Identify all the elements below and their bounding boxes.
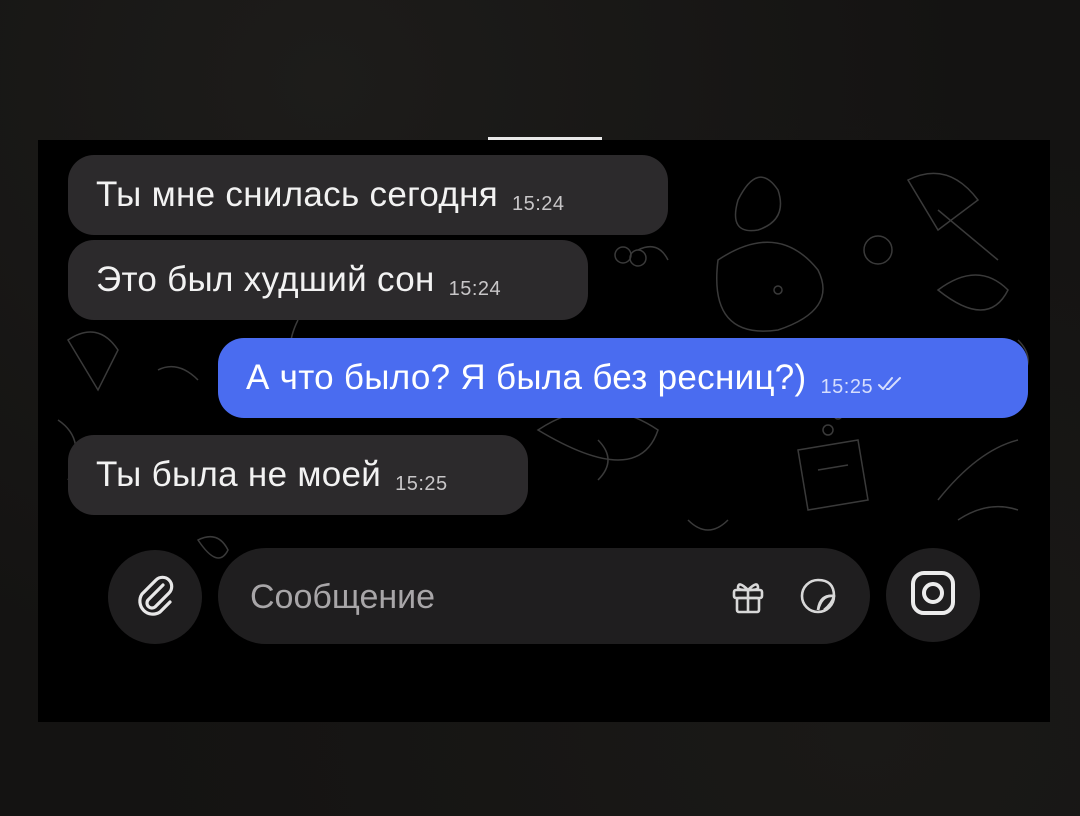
- message-time: 15:24: [512, 192, 565, 215]
- paperclip-icon: [130, 570, 180, 625]
- camera-button[interactable]: [886, 548, 980, 642]
- message-bubble-incoming[interactable]: Ты была не моей 15:25: [68, 435, 528, 515]
- sticker-icon[interactable]: [796, 574, 840, 618]
- double-check-icon: [877, 376, 903, 397]
- message-bubble-incoming[interactable]: Ты мне снилась сегодня 15:24: [68, 155, 668, 235]
- message-time: 15:25: [820, 375, 874, 398]
- message-text: Ты мне снилась сегодня: [96, 175, 498, 214]
- gift-icon[interactable]: [726, 574, 770, 618]
- message-text: А что было? Я была без ресниц?): [246, 358, 807, 397]
- message-time: 15:24: [448, 277, 502, 300]
- message-time: 15:25: [395, 472, 448, 495]
- message-input-container: [218, 548, 870, 644]
- camera-icon: [905, 565, 961, 626]
- message-text: Ты была не моей: [96, 455, 382, 494]
- attach-button[interactable]: [108, 550, 202, 644]
- message-bubble-outgoing[interactable]: А что было? Я была без ресниц?) 15:25: [218, 338, 1028, 418]
- message-text: Это был худший сон: [96, 260, 435, 299]
- message-bubble-incoming[interactable]: Это был худший сон 15:24: [68, 240, 588, 320]
- message-input[interactable]: [248, 568, 692, 626]
